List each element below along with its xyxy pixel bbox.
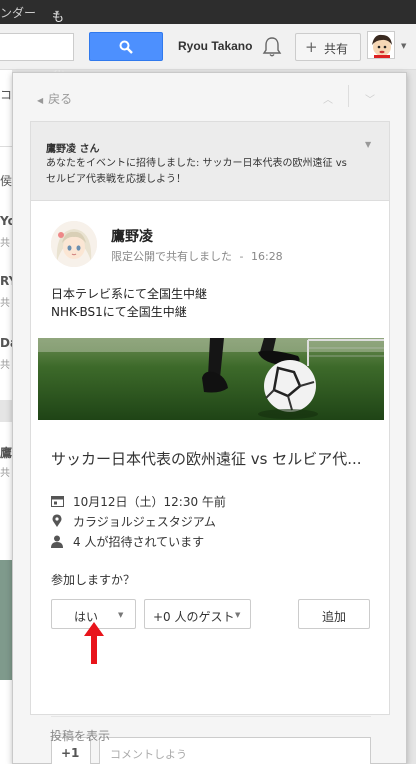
post-text-line: NHK-BS1にて全国生中継 — [51, 305, 187, 319]
post-author-avatar[interactable] — [51, 221, 97, 267]
chevron-up-icon[interactable]: ︿ — [323, 91, 333, 106]
plus-one-label: +1 — [61, 746, 80, 760]
calendar-icon — [51, 495, 65, 510]
share-plus-icon: + — [305, 38, 318, 56]
bell-icon — [262, 37, 282, 57]
chevron-down-icon: ▼ — [235, 611, 241, 619]
bg-fragment: 鷹 — [0, 446, 13, 460]
event-location[interactable]: カラジョルジェスタジアム — [73, 515, 216, 529]
event-invited-row: 4 人が招待されています — [51, 533, 204, 551]
notification-summary[interactable]: 鷹野凌 さん あなたをイベントに招待しました: サッカー日本代表の欧州遠征 vs… — [30, 121, 390, 201]
annotation-arrow-icon — [84, 622, 104, 664]
top-nav-bar: ンダー もっと見る▾ — [0, 0, 416, 92]
guests-label: +0 人のゲスト — [153, 610, 235, 624]
user-name-link[interactable]: Ryou Takano — [178, 39, 252, 53]
guests-dropdown[interactable]: +0 人のゲスト ▼ — [144, 599, 251, 629]
collapse-caret-icon[interactable]: ▼ — [365, 140, 371, 149]
nav-more-caret-icon: ▾ — [55, 8, 60, 17]
add-button-label: 追加 — [322, 610, 347, 624]
panel-nav: ◀ 戻る ︿ ﹀ — [13, 73, 406, 121]
event-date: 10月12日（土）12:30 午前 — [73, 495, 226, 509]
search-input[interactable] — [0, 33, 74, 61]
bg-divider — [0, 400, 12, 422]
notification-panel: ◀ 戻る ︿ ﹀ 鷹野凌 さん あなたをイベントに招待しました: サッカー日本代表… — [12, 72, 407, 764]
event-photo-image — [38, 338, 384, 420]
post-meta-separator: - — [239, 250, 244, 263]
event-location-row: カラジョルジェスタジアム — [51, 513, 216, 531]
event-title[interactable]: サッカー日本代表の欧州遠征 vs セルビア代... — [51, 448, 371, 469]
back-button[interactable]: ◀ 戻る — [37, 90, 72, 107]
chevron-down-icon: ▼ — [118, 611, 124, 619]
nav-calendar-link[interactable]: ンダー — [0, 4, 36, 21]
avatar-image — [368, 32, 394, 58]
post-visibility[interactable]: 限定公開で共有しました — [111, 250, 232, 263]
bg-fragment: 共 — [0, 298, 10, 309]
bg-fragment: 共 — [0, 360, 10, 371]
location-pin-icon — [51, 514, 65, 531]
add-button[interactable]: 追加 — [298, 599, 370, 629]
event-date-row: 10月12日（土）12:30 午前 — [51, 493, 226, 510]
author-avatar-image — [51, 221, 97, 267]
show-posts-link[interactable]: 投稿を表示 — [50, 727, 110, 744]
bg-divider — [0, 146, 12, 147]
share-button-label: 共有 — [324, 42, 349, 56]
bg-fragment: 共 — [0, 468, 10, 479]
post-text-line: 日本テレビ系にて全国生中継 — [51, 287, 208, 301]
bg-fragment: 共 — [0, 238, 10, 249]
bg-photo-fragment — [0, 560, 12, 680]
search-button[interactable] — [89, 32, 163, 61]
rsvp-question: 参加しますか？ — [51, 573, 136, 587]
share-button[interactable]: + 共有 — [295, 33, 361, 61]
post-body: 日本テレビ系にて全国生中継 NHK-BS1にて全国生中継 — [51, 285, 207, 321]
account-menu-caret-icon[interactable]: ▼ — [401, 42, 406, 50]
comment-input[interactable]: コメントしよう — [99, 737, 371, 764]
back-label: 戻る — [48, 92, 73, 106]
bg-fragment: 侯 — [0, 174, 13, 188]
back-arrow-icon: ◀ — [37, 96, 44, 105]
post-author-name[interactable]: 鷹野凌 — [111, 226, 153, 246]
notification-message: あなたをイベントに招待しました: サッカー日本代表の欧州遠征 vs セルビア代表… — [46, 158, 347, 185]
nav-divider — [348, 85, 349, 107]
header-bar: Ryou Takano + 共有 ▼ — [0, 24, 416, 70]
bg-fragment: コ — [0, 88, 13, 102]
post-time[interactable]: 16:28 — [251, 250, 283, 263]
event-cover-photo[interactable] — [38, 338, 384, 420]
chevron-down-icon[interactable]: ﹀ — [365, 91, 375, 106]
notifications-button[interactable] — [262, 36, 282, 61]
search-icon — [119, 40, 133, 54]
card-divider — [51, 716, 371, 717]
notification-sender: 鷹野凌 さん — [46, 144, 100, 155]
account-avatar[interactable] — [367, 31, 395, 59]
background-stream: コ 侯 Yo 共 RY 共 Da 共 鷹 共 — [0, 70, 18, 764]
person-icon — [51, 535, 65, 551]
post-meta: 限定公開で共有しました - 16:28 — [111, 248, 283, 264]
event-invited-count[interactable]: 4 人が招待されています — [73, 535, 204, 549]
